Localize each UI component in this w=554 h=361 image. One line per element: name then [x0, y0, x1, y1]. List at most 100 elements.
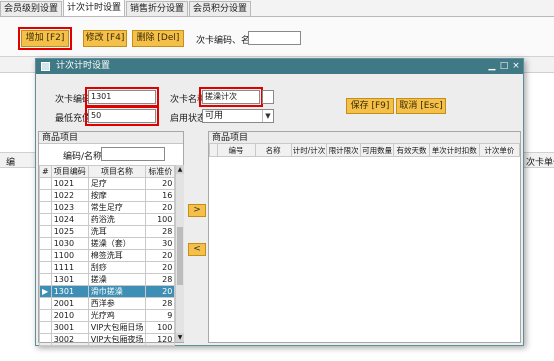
scroll-thumb[interactable] [177, 227, 183, 285]
cell-price: 20 [145, 201, 176, 214]
row-marker [39, 249, 52, 262]
table-row[interactable]: 1022 按摩 16 [39, 189, 176, 202]
search-input[interactable] [248, 31, 301, 45]
row-marker-header [209, 143, 218, 157]
row-marker [39, 309, 52, 322]
table-row[interactable]: 1025 洗耳 28 [39, 225, 176, 238]
close-icon[interactable]: × [511, 59, 521, 73]
chevron-down-icon[interactable]: ▼ [262, 110, 273, 122]
table-row[interactable]: 1030 搓澡（套） 30 [39, 237, 176, 250]
cell-code: 2001 [50, 297, 89, 310]
move-left-button[interactable]: < [188, 243, 206, 256]
tab-count-timing[interactable]: 计次计时设置 [63, 0, 126, 16]
table-row[interactable]: ▶ 1301 滑巾搓澡 20 [39, 285, 176, 298]
row-marker [39, 333, 52, 346]
col-header-no: 编号 [216, 143, 256, 157]
cell-price: 28 [145, 225, 176, 238]
cell-name: 搓澡（套） [87, 237, 147, 250]
cell-price: 30 [145, 237, 176, 250]
col-header-limit: 限计限次 [326, 143, 362, 157]
scroll-down-icon[interactable]: ▼ [176, 333, 184, 342]
col-header-valid-days: 有效天数 [393, 143, 430, 157]
row-marker [39, 321, 52, 334]
cell-price: 20 [145, 177, 176, 190]
cell-price: 20 [145, 285, 176, 298]
row-marker [39, 177, 52, 190]
product-table: # 项目编码 项目名称 标准价 1021 足疗 20 1022 按摩 16 1023 常生足疗… [39, 165, 176, 346]
row-marker [39, 237, 52, 250]
row-marker [39, 297, 52, 310]
col-header-name: 项目名称 [87, 165, 147, 178]
dialog-icon [41, 62, 50, 71]
cell-name: 搓澡 [87, 273, 147, 286]
row-marker [39, 261, 52, 274]
dialog-body: 次卡编码: 1301 次卡名称: 搓澡计次 最低充值: 50 启用状态: 可用 … [36, 74, 523, 346]
table-row[interactable]: 2010 光疗鸡 9 [39, 309, 176, 322]
col-header-name: 名称 [254, 143, 292, 157]
minimize-icon[interactable]: ▁ [487, 59, 497, 73]
row-marker [39, 225, 52, 238]
selected-table: 编号 名称 计时/计次 限计限次 可用数量 有效天数 单次计时扣数 计次单价 [209, 143, 521, 157]
maximize-icon[interactable]: □ [499, 59, 509, 73]
save-button[interactable]: 保存 [F9] [346, 98, 394, 114]
tab-member-level[interactable]: 会员级别设置 [0, 1, 63, 16]
min-topup-input[interactable]: 50 [85, 106, 159, 126]
tab-member-points[interactable]: 会员积分设置 [189, 1, 252, 16]
cell-code: 1301 [50, 285, 89, 298]
cancel-button[interactable]: 取消 [Esc] [396, 98, 446, 114]
tab-bar: 会员级别设置 计次计时设置 销售折分设置 会员积分设置 [0, 0, 554, 17]
row-marker [39, 273, 52, 286]
cell-price: 28 [145, 273, 176, 286]
cell-name: VIP大包厢日场 [87, 321, 147, 334]
cell-code: 1100 [50, 249, 89, 262]
col-header-available: 可用数量 [360, 143, 395, 157]
cell-name: 足疗 [87, 177, 147, 190]
count-timing-dialog: 计次计时设置 ▁ □ × 次卡编码: 1301 次卡名称: 搓澡计次 最低充值:… [35, 58, 524, 346]
table-row[interactable]: 1023 常生足疗 20 [39, 201, 176, 214]
cell-price: 100 [145, 321, 176, 334]
cell-code: 1111 [50, 261, 89, 274]
col-header-unit-price: 计次单价 [478, 143, 521, 157]
cell-code: 1024 [50, 213, 89, 226]
table-row[interactable]: 1301 搓澡 28 [39, 273, 176, 286]
cell-code: 2010 [50, 309, 89, 322]
table-row[interactable]: 1021 足疗 20 [39, 177, 176, 190]
table-row[interactable]: 2001 西洋参 28 [39, 297, 176, 310]
table-row[interactable]: 1100 棉签洗耳 20 [39, 249, 176, 262]
add-button[interactable]: 增加 [F2] [18, 27, 72, 50]
edit-button[interactable]: 修改 [F4] [83, 30, 127, 47]
code-input[interactable]: 1301 [85, 87, 159, 107]
background-col-right: 次卡单价 [526, 158, 554, 168]
table-row[interactable]: 3002 VIP大包厢夜场 120 [39, 333, 176, 346]
tab-sales-discount[interactable]: 销售折分设置 [126, 1, 189, 16]
left-product-panel: 商品项目 编码/名称: # 项目编码 项目名称 标准价 1021 足疗 20 1022… [38, 131, 184, 346]
table-row[interactable]: 3001 VIP大包厢日场 100 [39, 321, 176, 334]
col-header-code: 项目编码 [50, 165, 89, 178]
left-search-input[interactable] [101, 147, 165, 161]
scroll-up-icon[interactable]: ▲ [176, 165, 184, 174]
name-input[interactable]: 搓澡计次 [199, 87, 263, 107]
name-input-extra[interactable] [262, 90, 274, 104]
table-row[interactable]: 1024 药浴洗 100 [39, 213, 176, 226]
row-marker [39, 189, 52, 202]
cell-name: 刮痧 [87, 261, 147, 274]
col-header-single-deduct: 单次计时扣数 [428, 143, 480, 157]
delete-button[interactable]: 删除 [Del] [132, 30, 184, 47]
dialog-title: 计次计时设置 [36, 59, 523, 74]
product-table-header: # 项目编码 项目名称 标准价 [39, 165, 176, 178]
row-marker [39, 213, 52, 226]
cell-code: 3002 [50, 333, 89, 346]
table-row[interactable]: 1111 刮痧 20 [39, 261, 176, 274]
left-scrollbar[interactable]: ▲ ▼ [175, 165, 184, 342]
enable-select[interactable]: 可用 ▼ [202, 109, 274, 123]
move-right-button[interactable]: > [188, 204, 206, 217]
cell-code: 1025 [50, 225, 89, 238]
right-product-panel: 商品项目 编号 名称 计时/计次 限计限次 可用数量 有效天数 单次计时扣数 计… [208, 131, 521, 343]
cell-price: 100 [145, 213, 176, 226]
cell-code: 1021 [50, 177, 89, 190]
row-marker-header: # [39, 165, 52, 178]
left-panel-title: 商品项目 [39, 132, 183, 144]
row-marker [39, 201, 52, 214]
cell-name: 按摩 [87, 189, 147, 202]
cell-price: 28 [145, 297, 176, 310]
